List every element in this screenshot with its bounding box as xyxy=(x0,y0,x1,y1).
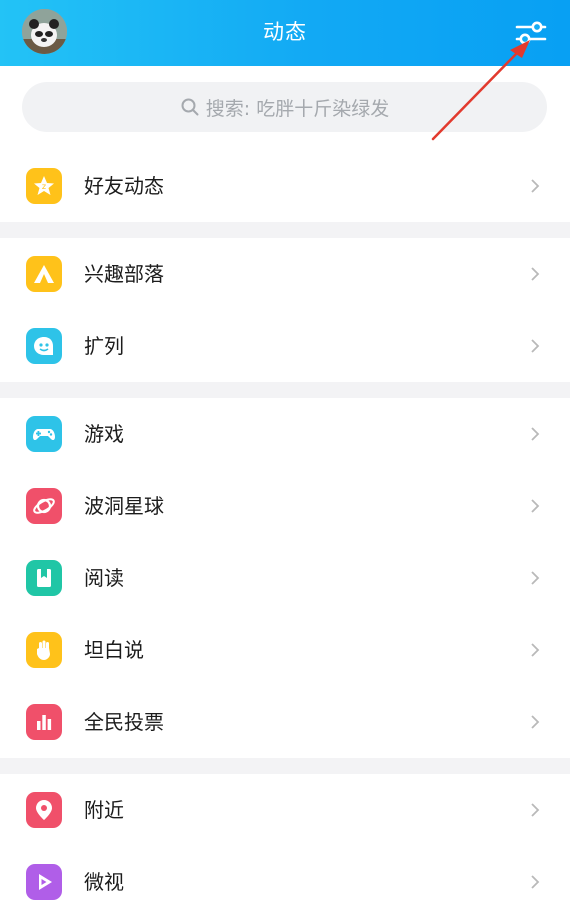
play-icon xyxy=(26,864,62,900)
tent-icon xyxy=(26,256,62,292)
search-placeholder: 搜索: 吃胖十斤染绿发 xyxy=(205,97,390,120)
item-label: 好友动态 xyxy=(84,174,164,198)
item-label: 全民投票 xyxy=(84,710,164,734)
section-divider xyxy=(0,222,570,238)
list-item-expand-list[interactable]: 扩列 xyxy=(0,310,570,382)
item-label: 微视 xyxy=(84,870,124,894)
chevron-right-icon xyxy=(531,267,540,281)
item-label: 坦白说 xyxy=(84,638,144,662)
list-item-games[interactable]: 游戏 xyxy=(0,398,570,470)
item-label: 游戏 xyxy=(84,422,124,446)
chevron-right-icon xyxy=(531,571,540,585)
section-divider xyxy=(0,758,570,774)
chevron-right-icon xyxy=(531,179,540,193)
item-label: 波洞星球 xyxy=(84,494,164,518)
sliders-icon xyxy=(515,21,547,45)
item-label: 阅读 xyxy=(84,566,124,590)
list-item-nearby[interactable]: 附近 xyxy=(0,774,570,846)
chevron-right-icon xyxy=(531,803,540,817)
list-item-bodong-planet[interactable]: 波洞星球 xyxy=(0,470,570,542)
chevron-right-icon xyxy=(531,427,540,441)
chevron-right-icon xyxy=(531,715,540,729)
list-item-confess[interactable]: 坦白说 xyxy=(0,614,570,686)
page-title: 动态 xyxy=(263,20,307,44)
item-label: 扩列 xyxy=(84,334,124,358)
list-item-reading[interactable]: 阅读 xyxy=(0,542,570,614)
list-item-weishi[interactable]: 微视 xyxy=(0,846,570,918)
top-bar: 动态 xyxy=(0,0,570,66)
chevron-right-icon xyxy=(531,875,540,889)
chevron-right-icon xyxy=(531,643,540,657)
hand-icon xyxy=(26,632,62,668)
gamepad-icon xyxy=(26,416,62,452)
svg-text:z: z xyxy=(42,182,46,191)
filter-settings-button[interactable] xyxy=(513,16,549,50)
chevron-right-icon xyxy=(531,339,540,353)
star-badge-icon: z xyxy=(26,168,62,204)
feature-list: z 好友动态 兴趣部落 扩列 游戏 波洞星球 阅读 坦白说 全民投票 附近 微视 xyxy=(0,150,570,918)
chat-face-icon xyxy=(26,328,62,364)
book-icon xyxy=(26,560,62,596)
item-label: 附近 xyxy=(84,798,124,822)
search-icon xyxy=(181,98,199,116)
list-item-interest-tribe[interactable]: 兴趣部落 xyxy=(0,238,570,310)
bar-chart-icon xyxy=(26,704,62,740)
item-label: 兴趣部落 xyxy=(84,262,164,286)
chevron-right-icon xyxy=(531,499,540,513)
list-item-vote[interactable]: 全民投票 xyxy=(0,686,570,758)
list-item-friend-feed[interactable]: z 好友动态 xyxy=(0,150,570,222)
search-bar[interactable]: 搜索: 吃胖十斤染绿发 xyxy=(22,82,547,132)
planet-icon xyxy=(26,488,62,524)
location-pin-icon xyxy=(26,792,62,828)
section-divider xyxy=(0,382,570,398)
